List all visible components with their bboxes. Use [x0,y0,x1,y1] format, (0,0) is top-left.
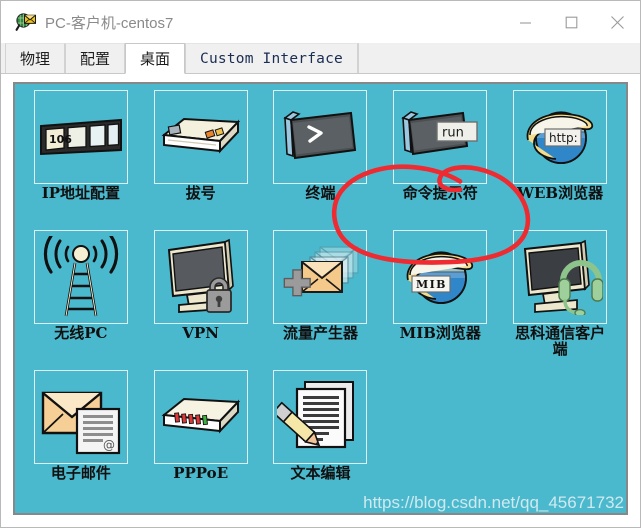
icon-frame [153,370,248,464]
mib-browser-icon: MIB [406,251,474,304]
desktop-item-email[interactable]: @ 电子邮件 [21,370,141,510]
desktop-item-mib-browser[interactable]: MIB MIB浏览器 [380,230,500,370]
desktop-item-label: IP地址配置 [41,184,121,202]
icon-frame: 106 [33,90,128,184]
command-prompt-icon: run [401,111,478,156]
run-badge-text: run [442,126,464,141]
icon-frame [273,90,368,184]
ip-configuration-icon: 106 [39,118,122,156]
cisco-ip-communicator-headset-icon [524,239,604,315]
desktop-item-label: 拔号 [185,184,216,202]
icon-frame [273,230,368,324]
desktop-item-traffic-generator[interactable]: 流量产生器 [261,230,381,370]
desktop-item-label: MIB浏览器 [399,324,481,342]
icon-frame: @ [33,370,128,464]
http-badge-text: http: [549,131,578,145]
wireless-pc-antenna-icon [43,236,118,317]
desktop-item-label: 文本编辑 [290,464,351,482]
tab-desktop[interactable]: 桌面 [125,43,186,74]
desktop-item-command-prompt[interactable]: run 命令提示符 [380,90,500,230]
desktop-item-label: WEB浏览器 [517,184,604,202]
desktop-item-label: 终端 [305,184,336,202]
desktop-item-cisco-communicator[interactable]: 思科通信客户端 [500,230,620,370]
icon-frame [153,230,248,324]
desktop-panel: 106 IP地址配置 拔号 终端 run 命令提示符 http: WEB浏览器 … [13,82,628,515]
mib-badge-text: MIB [416,278,447,291]
icon-frame [513,230,608,324]
icon-frame [153,90,248,184]
desktop-item-text-editor[interactable]: 文本编辑 [261,370,381,510]
web-browser-icon: http: [526,111,594,164]
vpn-monitor-lock-icon [167,238,234,313]
desktop-item-vpn[interactable]: VPN [141,230,261,370]
desktop-item-label: 流量产生器 [282,324,358,342]
text-editor-pencil-icon [277,381,355,449]
window-title: PC-客户机-centos7 [45,14,174,32]
desktop-item-ip-configuration[interactable]: 106 IP地址配置 [21,90,141,230]
email-envelope-document-icon: @ [41,391,120,455]
tab-custom-interface[interactable]: Custom Interface [185,43,358,73]
desktop-item-wireless-pc[interactable]: 无线PC [21,230,141,370]
desktop-panel-wrapper: 106 IP地址配置 拔号 终端 run 命令提示符 http: WEB浏览器 … [1,74,640,527]
svg-text:@: @ [103,438,115,452]
icon-frame: run [393,90,488,184]
icon-frame: MIB [393,230,488,324]
desktop-item-label: PPPoE [173,464,229,482]
desktop-item-label: VPN [182,324,219,342]
pppoe-router-icon [161,397,240,434]
traffic-generator-envelopes-icon [284,246,360,297]
desktop-item-dial-up[interactable]: 拔号 [141,90,261,230]
desktop-item-label: 电子邮件 [50,464,111,482]
close-icon[interactable] [594,1,640,43]
packet-tracer-envelope-magnifier-icon [15,11,37,33]
minimize-icon[interactable] [502,1,548,43]
desktop-item-label: 思科通信客户端 [515,324,606,358]
desktop-item-label: 无线PC [54,324,108,342]
tab-strip: 物理 配置 桌面 Custom Interface [1,43,640,74]
tab-config[interactable]: 配置 [65,43,126,73]
icon-frame [33,230,128,324]
icon-frame [273,370,368,464]
desktop-item-pppoe[interactable]: PPPoE [141,370,261,510]
desktop-icon-grid: 106 IP地址配置 拔号 终端 run 命令提示符 http: WEB浏览器 … [15,84,626,513]
icon-frame: http: [513,90,608,184]
window-controls [502,1,640,43]
application-window: PC-客户机-centos7 物理 配置 桌面 Custom Interface [0,0,641,528]
dial-up-modem-icon [161,117,240,154]
desktop-item-web-browser[interactable]: http: WEB浏览器 [500,90,620,230]
desktop-item-label: 命令提示符 [402,184,478,202]
title-bar: PC-客户机-centos7 [1,1,640,43]
desktop-item-terminal[interactable]: 终端 [261,90,381,230]
ip-badge-text: 106 [49,133,72,146]
tab-physical[interactable]: 物理 [5,43,66,73]
terminal-icon [283,111,357,160]
maximize-icon[interactable] [548,1,594,43]
watermark-text: https://blog.csdn.net/qq_45671732 [363,493,624,512]
tab-strip-filler [357,43,640,73]
